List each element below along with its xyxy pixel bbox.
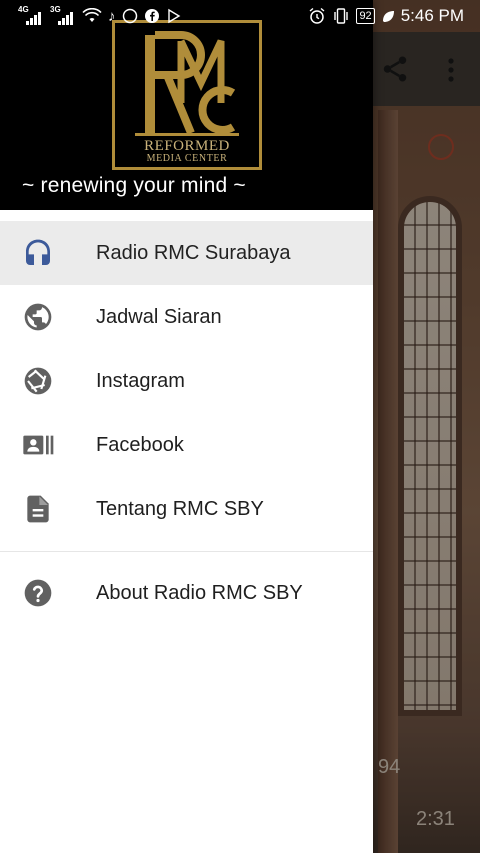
menu-item-jadwal-siaran[interactable]: Jadwal Siaran: [0, 285, 373, 349]
vibrate-icon: [334, 8, 349, 24]
menu-item-label: Jadwal Siaran: [96, 305, 222, 328]
wifi-icon: [82, 8, 102, 22]
menu-item-label: Radio RMC Surabaya: [96, 241, 291, 264]
alarm-icon: [309, 7, 325, 24]
menu-item-label: Facebook: [96, 433, 184, 456]
status-time: 5:46 PM: [400, 6, 464, 25]
facebook-notification-icon: [144, 9, 159, 23]
drawer-menu: Radio RMC Surabaya Jadwal Siaran Instagr…: [0, 221, 373, 625]
menu-divider: [0, 551, 373, 552]
camera-shutter-icon: [24, 367, 52, 395]
logo-text-media-center: MEDIA CENTER: [146, 153, 228, 164]
menu-item-label: Instagram: [96, 369, 185, 392]
help-icon: [24, 579, 52, 607]
status-bar: 4G 3G ♪ 92 5:46 PM: [0, 0, 480, 32]
play-store-icon: [167, 8, 180, 24]
menu-item-tentang-rmc-sby[interactable]: Tentang RMC SBY: [0, 477, 373, 541]
menu-item-radio-rmc-surabaya[interactable]: Radio RMC Surabaya: [0, 221, 373, 285]
battery-level: 92: [356, 8, 375, 24]
menu-item-about-radio-rmc-sby[interactable]: About Radio RMC SBY: [0, 561, 373, 625]
whatsapp-icon: [122, 8, 137, 24]
signal-3g-icon: 3G: [50, 5, 76, 25]
status-bar-left: 4G 3G ♪: [18, 5, 182, 27]
menu-item-facebook[interactable]: Facebook: [0, 413, 373, 477]
headset-icon: [26, 239, 50, 265]
status-bar-right: 92 5:46 PM: [308, 5, 464, 27]
menu-item-instagram[interactable]: Instagram: [0, 349, 373, 413]
document-icon: [27, 495, 49, 523]
contact-card-icon: [23, 435, 54, 455]
menu-item-label: About Radio RMC SBY: [96, 581, 303, 604]
drawer-tagline: ~ renewing your mind ~: [22, 174, 246, 197]
battery-saver-leaf-icon: [382, 11, 394, 22]
navigation-drawer: REFORMED MEDIA CENTER ~ renewing your mi…: [0, 0, 373, 853]
rmc-logo: REFORMED MEDIA CENTER: [112, 20, 262, 170]
menu-item-label: Tentang RMC SBY: [96, 497, 264, 520]
music-note-icon: ♪: [108, 7, 116, 25]
signal-4g-icon: 4G: [18, 5, 44, 25]
globe-icon: [24, 303, 52, 331]
